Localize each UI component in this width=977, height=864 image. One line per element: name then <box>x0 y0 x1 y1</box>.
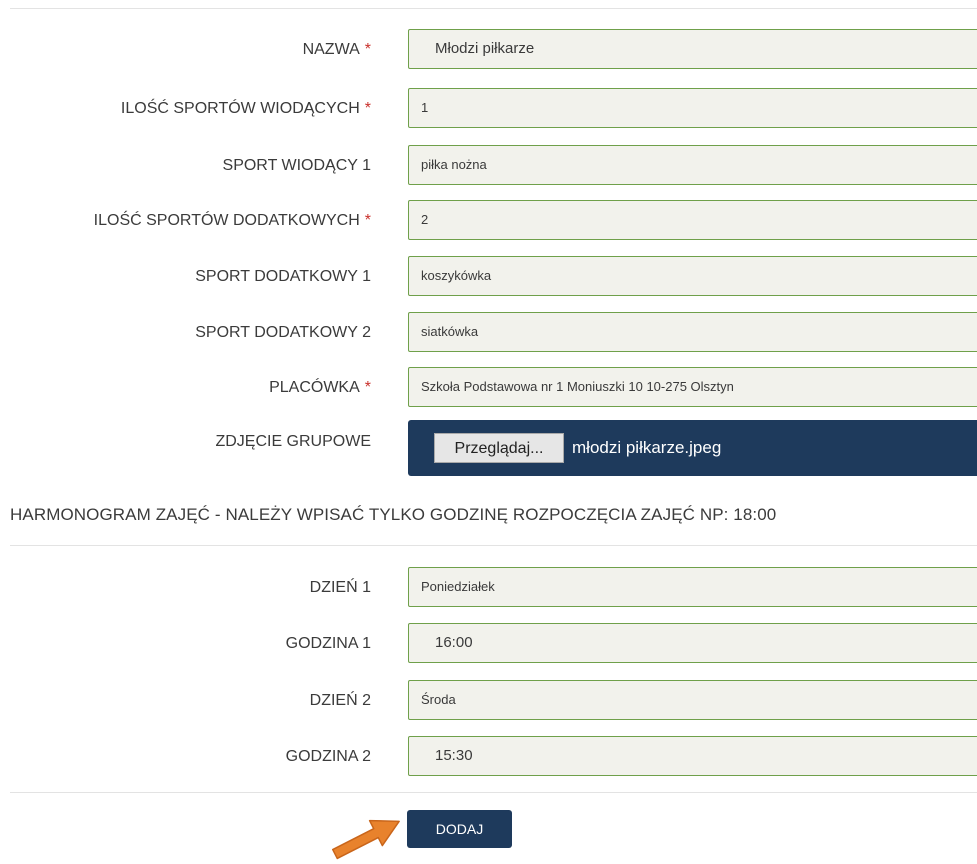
godzina-1-input[interactable]: 16:00 <box>408 623 977 663</box>
schedule-divider <box>10 545 977 546</box>
required-marker: * <box>364 100 371 117</box>
bottom-divider <box>10 792 977 793</box>
row-dzien-2: DZIEŃ 2 Środa <box>0 680 977 722</box>
sport-wiodacy-1-label: SPORT WIODĄCY 1 <box>222 157 371 174</box>
godzina-2-input[interactable]: 15:30 <box>408 736 977 776</box>
placowka-select[interactable]: Szkoła Podstawowa nr 1 Moniuszki 10 10-2… <box>408 367 977 407</box>
row-ilosc-dodatkowych: ILOŚĆ SPORTÓW DODATKOWYCH * 2 <box>0 200 977 242</box>
row-zdjecie: ZDJĘCIE GRUPOWE Przeglądaj... młodzi pił… <box>0 420 977 476</box>
dzien-2-input[interactable]: Środa <box>408 680 977 720</box>
placowka-label: PLACÓWKA * <box>269 379 371 396</box>
godzina-1-label: GODZINA 1 <box>285 635 371 652</box>
row-dzien-1: DZIEŃ 1 Poniedziałek <box>0 567 977 609</box>
dzien-1-input[interactable]: Poniedziałek <box>408 567 977 607</box>
row-sport-wiodacy-1: SPORT WIODĄCY 1 piłka nożna <box>0 145 977 187</box>
row-placowka: PLACÓWKA * Szkoła Podstawowa nr 1 Moniusz… <box>0 367 977 409</box>
dodaj-button[interactable]: DODAJ <box>407 810 512 848</box>
row-godzina-1: GODZINA 1 16:00 <box>0 623 977 665</box>
nazwa-label: NAZWA * <box>302 41 371 58</box>
browse-button[interactable]: Przeglądaj... <box>434 433 564 463</box>
sport-wiodacy-1-input[interactable]: piłka nożna <box>408 145 977 185</box>
row-sport-dodatkowy-2: SPORT DODATKOWY 2 siatkówka <box>0 312 977 354</box>
row-godzina-2: GODZINA 2 15:30 <box>0 736 977 778</box>
sport-dodatkowy-1-input[interactable]: koszykówka <box>408 256 977 296</box>
sport-dodatkowy-1-label: SPORT DODATKOWY 1 <box>195 268 371 285</box>
schedule-title: HARMONOGRAM ZAJĘĆ - NALEŻY WPISAĆ TYLKO … <box>10 505 777 524</box>
row-nazwa: NAZWA * Młodzi piłkarze <box>0 29 977 71</box>
ilosc-dodatkowych-input[interactable]: 2 <box>408 200 977 240</box>
godzina-2-label: GODZINA 2 <box>285 748 371 765</box>
row-ilosc-wiodacych: ILOŚĆ SPORTÓW WIODĄCYCH * 1 <box>0 88 977 130</box>
ilosc-dodatkowych-label: ILOŚĆ SPORTÓW DODATKOWYCH * <box>93 212 371 229</box>
sport-dodatkowy-2-label: SPORT DODATKOWY 2 <box>195 324 371 341</box>
arrow-icon <box>331 819 400 860</box>
dzien-1-label: DZIEŃ 1 <box>309 579 371 596</box>
zdjecie-label: ZDJĘCIE GRUPOWE <box>215 433 371 450</box>
nazwa-input[interactable]: Młodzi piłkarze <box>408 29 977 69</box>
selected-file-name: młodzi piłkarze.jpeg <box>572 438 722 457</box>
sport-dodatkowy-2-input[interactable]: siatkówka <box>408 312 977 352</box>
required-marker: * <box>364 379 371 396</box>
top-divider <box>10 8 977 9</box>
row-sport-dodatkowy-1: SPORT DODATKOWY 1 koszykówka <box>0 256 977 298</box>
required-marker: * <box>364 41 371 58</box>
required-marker: * <box>364 212 371 229</box>
zdjecie-file-input[interactable]: Przeglądaj... młodzi piłkarze.jpeg <box>408 420 977 476</box>
dzien-2-label: DZIEŃ 2 <box>309 692 371 709</box>
ilosc-wiodacych-label: ILOŚĆ SPORTÓW WIODĄCYCH * <box>120 100 371 117</box>
ilosc-wiodacych-input[interactable]: 1 <box>408 88 977 128</box>
